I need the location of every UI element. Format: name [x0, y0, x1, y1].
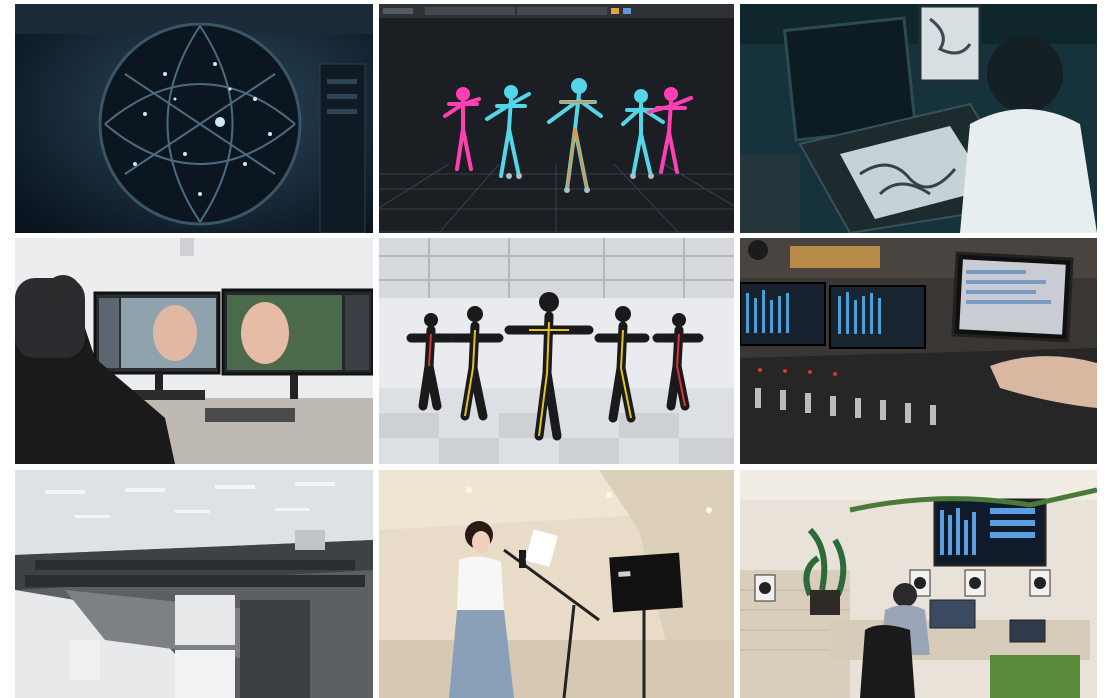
voice-recording-booth-photo [379, 470, 734, 698]
facial-compositing-workstation-photo [15, 238, 373, 464]
sound-studio-control-room-photo [740, 470, 1097, 698]
light-stage-scanner-photo [15, 4, 373, 233]
audio-mixing-console-photo [740, 238, 1097, 464]
photo-collage-grid [0, 0, 1116, 698]
open-office-floor-photo [15, 470, 373, 698]
artist-drawing-tablet-photo [740, 4, 1097, 233]
motion-capture-skeletons-screen [379, 4, 734, 233]
mocap-dancers-studio-photo [379, 238, 734, 464]
